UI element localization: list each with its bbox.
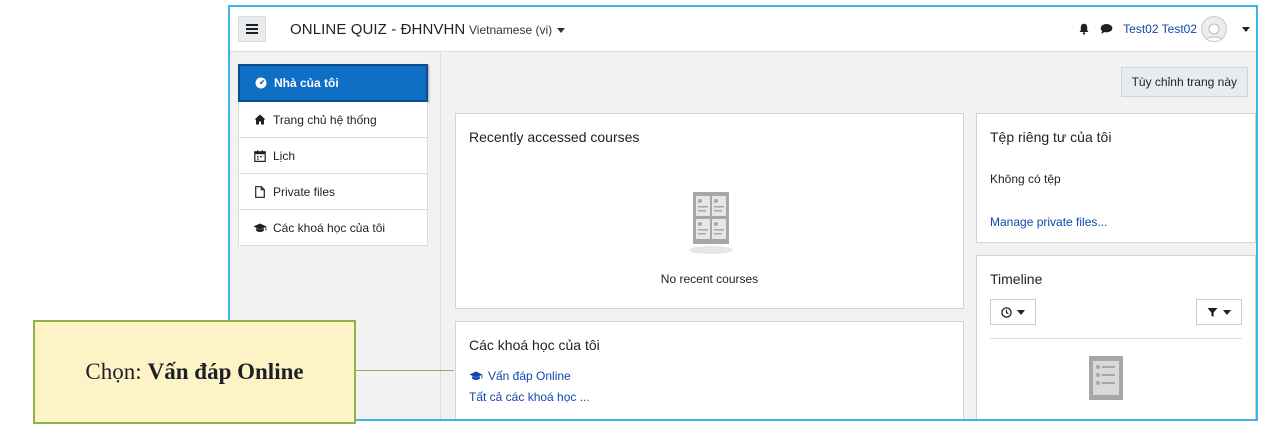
language-menu[interactable]: Vietnamese (vi) xyxy=(469,23,566,37)
user-name[interactable]: Test02 Test02 xyxy=(1123,22,1197,36)
block-title: Các khoá học của tôi xyxy=(469,337,600,353)
browser-screenshot-frame: ONLINE QUIZ - ĐHNVHN Vietnamese (vi) Tes… xyxy=(228,5,1258,421)
my-courses-block: Các khoá học của tôi Vấn đáp Online Tất … xyxy=(455,321,964,419)
filter-icon xyxy=(1207,307,1218,317)
instruction-callout: Chọn: Vấn đáp Online xyxy=(33,320,356,424)
sidebar-item-site-home[interactable]: Trang chủ hệ thống xyxy=(238,102,428,138)
sidebar-item-label: Trang chủ hệ thống xyxy=(273,112,377,127)
language-label: Vietnamese (vi) xyxy=(469,23,553,37)
clock-icon xyxy=(1001,306,1012,318)
sidebar-item-label: Private files xyxy=(273,184,336,199)
customize-page-button[interactable]: Tùy chỉnh trang này xyxy=(1120,67,1248,97)
user-icon xyxy=(1204,23,1224,41)
chevron-down-icon xyxy=(557,28,566,34)
callout-prefix: Chọn: xyxy=(85,359,142,384)
empty-state-text: Không có tệp xyxy=(990,172,1061,186)
sidebar-item-label: Nhà của tôi xyxy=(274,76,339,90)
sidebar-item-label: Các khoá học của tôi xyxy=(273,220,386,235)
sidebar-item-private-files[interactable]: Private files xyxy=(238,174,428,210)
home-icon xyxy=(253,114,267,125)
sidebar-item-calendar[interactable]: Lịch xyxy=(238,138,428,174)
site-title[interactable]: ONLINE QUIZ - ĐHNVHN xyxy=(290,21,465,38)
empty-courses-icon xyxy=(689,192,733,261)
graduation-cap-icon xyxy=(469,371,483,380)
sidebar-nav: Nhà của tôi Trang chủ hệ thống Lịch Priv… xyxy=(238,64,428,246)
top-navbar: ONLINE QUIZ - ĐHNVHN Vietnamese (vi) Tes… xyxy=(230,7,1256,52)
course-link-van-dap-online[interactable]: Vấn đáp Online xyxy=(469,369,571,383)
user-menu-chevron-icon[interactable] xyxy=(1242,26,1250,32)
sidebar-item-dashboard[interactable]: Nhà của tôi xyxy=(238,64,428,102)
graduation-cap-icon xyxy=(253,223,267,233)
timeline-sort-filter-button[interactable] xyxy=(1196,299,1242,325)
sidebar-item-label: Lịch xyxy=(273,148,296,163)
avatar[interactable] xyxy=(1201,16,1227,42)
notifications-bell-icon[interactable] xyxy=(1078,23,1090,35)
sidebar-item-my-courses[interactable]: Các khoá học của tôi xyxy=(238,210,428,246)
block-title: Recently accessed courses xyxy=(469,129,640,145)
timeline-block: Timeline xyxy=(976,255,1256,419)
timeline-date-filter-button[interactable] xyxy=(990,299,1036,325)
block-title: Tệp riêng tư của tôi xyxy=(990,129,1112,145)
callout-pointer-line xyxy=(356,370,454,371)
calendar-icon xyxy=(253,149,267,162)
block-title: Timeline xyxy=(990,271,1043,287)
all-courses-link[interactable]: Tất cả các khoá học ... xyxy=(469,390,590,404)
callout-highlight: Vấn đáp Online xyxy=(147,359,304,384)
divider xyxy=(990,338,1242,339)
manage-private-files-link[interactable]: Manage private files... xyxy=(990,215,1107,229)
recent-courses-block: Recently accessed courses No recent cour… xyxy=(455,113,964,309)
messages-chat-icon[interactable] xyxy=(1100,23,1113,35)
menu-toggle-button[interactable] xyxy=(238,16,266,42)
chevron-down-icon xyxy=(1017,309,1025,315)
course-link-label: Vấn đáp Online xyxy=(488,369,571,383)
file-icon xyxy=(253,185,267,198)
empty-state-text: No recent courses xyxy=(660,272,759,286)
private-files-block: Tệp riêng tư của tôi Không có tệp Manage… xyxy=(976,113,1256,243)
chevron-down-icon xyxy=(1223,309,1231,315)
dashboard-icon xyxy=(254,77,268,89)
hamburger-icon xyxy=(246,24,258,34)
empty-timeline-icon xyxy=(1089,356,1123,407)
user-area: Test02 Test02 xyxy=(1078,16,1250,42)
